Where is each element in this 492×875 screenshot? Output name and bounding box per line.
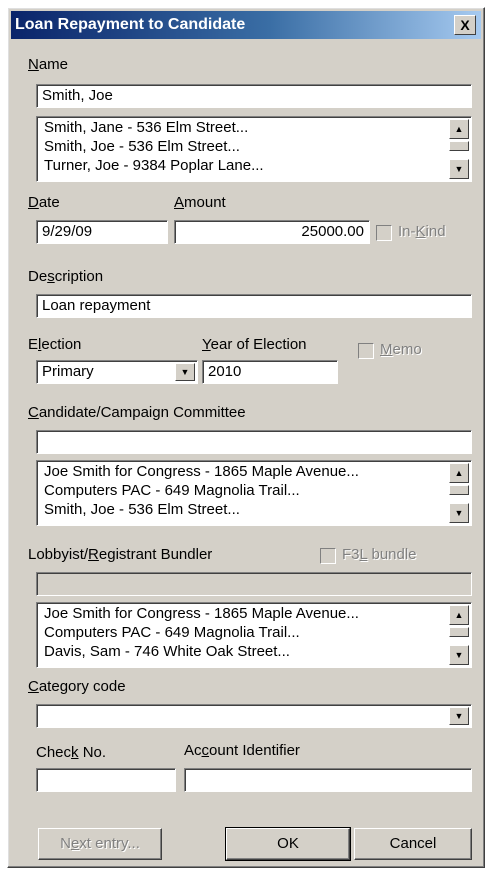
category-code-label: Category code bbox=[28, 678, 126, 695]
ok-button[interactable]: OK bbox=[225, 827, 351, 861]
bundler-suggestion-list[interactable]: Joe Smith for Congress - 1865 Maple Aven… bbox=[36, 602, 472, 668]
bundler-list-scrollbar[interactable]: ▲ ▼ bbox=[449, 605, 469, 665]
scroll-up-icon[interactable]: ▲ bbox=[449, 119, 469, 139]
in-kind-checkbox[interactable] bbox=[376, 225, 392, 241]
date-input[interactable]: 9/29/09 bbox=[36, 220, 168, 244]
committee-suggestion-item[interactable]: Smith, Joe - 536 Elm Street... bbox=[44, 500, 240, 520]
candidate-committee-suggestion-list[interactable]: Joe Smith for Congress - 1865 Maple Aven… bbox=[36, 460, 472, 526]
f3l-bundle-label: F3L bundle bbox=[342, 546, 417, 563]
committee-list-scrollbar[interactable]: ▲ ▼ bbox=[449, 463, 469, 523]
scroll-down-icon[interactable]: ▼ bbox=[449, 645, 469, 665]
amount-input[interactable]: 25000.00 bbox=[174, 220, 370, 244]
candidate-committee-label: Candidate/Campaign Committee bbox=[28, 404, 246, 421]
account-identifier-label: Account Identifier bbox=[184, 742, 300, 759]
bundler-suggestion-item[interactable]: Computers PAC - 649 Magnolia Trail... bbox=[44, 623, 300, 643]
scroll-up-icon[interactable]: ▲ bbox=[449, 463, 469, 483]
name-suggestion-item[interactable]: Turner, Joe - 9384 Poplar Lane... bbox=[44, 156, 264, 176]
election-select[interactable]: Primary ▼ bbox=[36, 360, 198, 384]
name-label-rest: ame bbox=[38, 56, 69, 73]
bundler-suggestion-item[interactable]: Davis, Sam - 746 White Oak Street... bbox=[44, 642, 290, 662]
scroll-up-icon[interactable]: ▲ bbox=[449, 605, 469, 625]
chevron-down-icon[interactable]: ▼ bbox=[175, 363, 195, 381]
name-suggestion-item[interactable]: Smith, Joe - 536 Elm Street... bbox=[44, 137, 240, 157]
account-identifier-input[interactable] bbox=[184, 768, 472, 792]
description-input[interactable]: Loan repayment bbox=[36, 294, 472, 318]
scroll-thumb[interactable] bbox=[449, 485, 469, 495]
scroll-thumb[interactable] bbox=[449, 141, 469, 151]
candidate-committee-input[interactable] bbox=[36, 430, 472, 454]
memo-checkbox[interactable] bbox=[358, 343, 374, 359]
chevron-down-icon[interactable]: ▼ bbox=[449, 707, 469, 725]
year-of-election-input[interactable]: 2010 bbox=[202, 360, 338, 384]
scroll-down-icon[interactable]: ▼ bbox=[449, 503, 469, 523]
bundler-input[interactable] bbox=[36, 572, 472, 596]
committee-suggestion-item[interactable]: Joe Smith for Congress - 1865 Maple Aven… bbox=[44, 462, 359, 482]
close-button[interactable]: X bbox=[454, 15, 476, 35]
loan-repayment-dialog: Loan Repayment to Candidate X Name Smith… bbox=[7, 7, 485, 868]
window-title: Loan Repayment to Candidate bbox=[15, 16, 246, 33]
committee-suggestion-item[interactable]: Computers PAC - 649 Magnolia Trail... bbox=[44, 481, 300, 501]
check-no-label: Check No. bbox=[36, 744, 107, 761]
close-icon: X bbox=[460, 17, 470, 33]
year-of-election-label: Year of Election bbox=[202, 336, 307, 353]
election-value: Primary bbox=[42, 363, 94, 380]
scroll-thumb[interactable] bbox=[449, 627, 469, 637]
name-input[interactable]: Smith, Joe bbox=[36, 84, 472, 108]
name-suggestion-item[interactable]: Smith, Jane - 536 Elm Street... bbox=[44, 118, 248, 138]
description-label: Description bbox=[28, 268, 104, 285]
election-label: Election bbox=[28, 336, 82, 353]
bundler-suggestion-item[interactable]: Joe Smith for Congress - 1865 Maple Aven… bbox=[44, 604, 359, 624]
category-code-select[interactable]: ▼ bbox=[36, 704, 472, 728]
cancel-button[interactable]: Cancel bbox=[354, 828, 472, 860]
f3l-bundle-checkbox[interactable] bbox=[320, 548, 336, 564]
scroll-down-icon[interactable]: ▼ bbox=[449, 159, 469, 179]
name-list-scrollbar[interactable]: ▲ ▼ bbox=[449, 119, 469, 179]
memo-label: Memo bbox=[380, 341, 422, 358]
check-no-input[interactable] bbox=[36, 768, 176, 792]
name-suggestion-list[interactable]: Smith, Jane - 536 Elm Street... Smith, J… bbox=[36, 116, 472, 182]
date-label: Date bbox=[28, 194, 60, 211]
next-entry-button[interactable]: Next entry... bbox=[38, 828, 162, 860]
bundler-label: Lobbyist/Registrant Bundler bbox=[28, 546, 213, 563]
amount-label: Amount bbox=[174, 194, 226, 211]
title-bar[interactable]: Loan Repayment to Candidate X bbox=[11, 11, 481, 39]
in-kind-label: In-Kind bbox=[398, 223, 446, 240]
name-label: Name bbox=[28, 56, 69, 73]
